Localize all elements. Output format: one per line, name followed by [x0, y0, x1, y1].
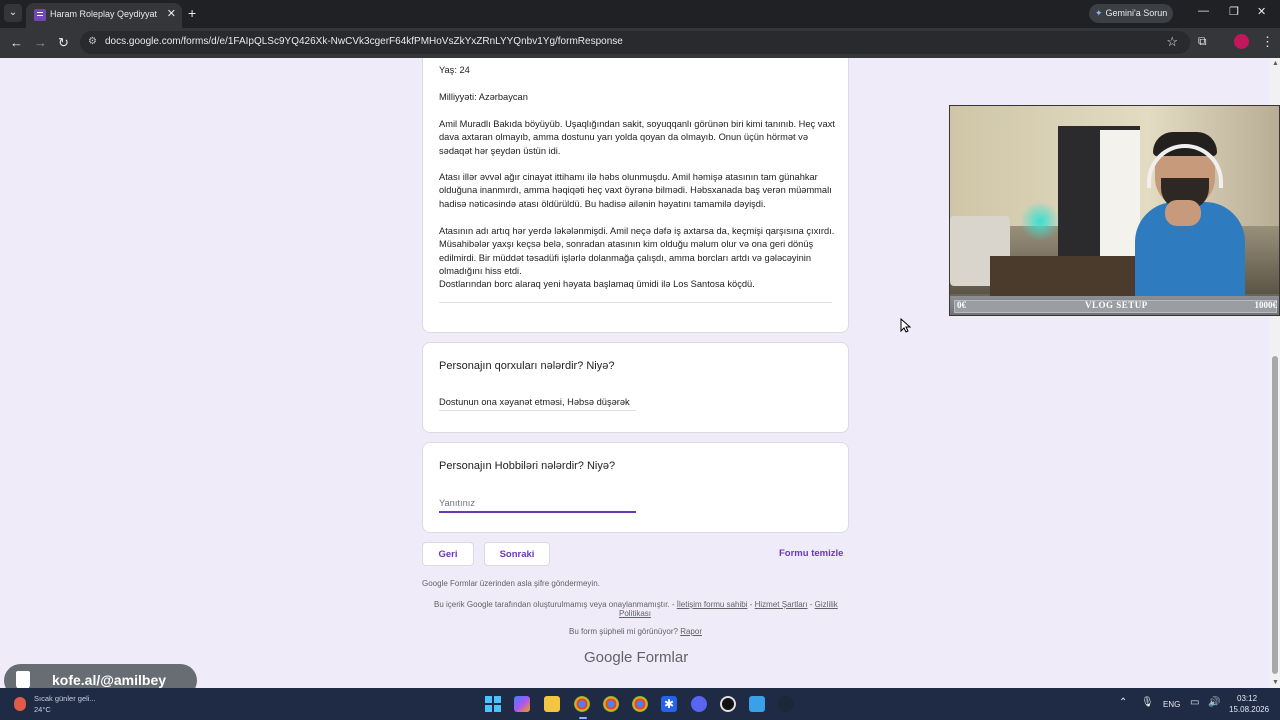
goal-title: VLOG SETUP [1085, 300, 1148, 310]
microphone-icon[interactable]: 🎙 [1141, 697, 1154, 708]
new-tab-button[interactable]: + [188, 5, 196, 21]
back-button[interactable]: Geri [422, 542, 474, 566]
google-forms-favicon-icon [34, 9, 46, 21]
obs-icon[interactable] [720, 696, 736, 712]
bookmark-star-icon[interactable]: ☆ [1166, 34, 1178, 50]
site-info-icon[interactable]: ⚙ [88, 36, 97, 47]
browser-tab[interactable]: Haram Roleplay Qeydiyyat ✕ [26, 3, 182, 28]
terms-link[interactable]: Hizmet Şartları [755, 600, 808, 609]
maximize-button[interactable]: ❐ [1229, 5, 1239, 18]
hobbies-question-card: Personajın Hobbiləri nələrdir? Niyə? [422, 442, 849, 533]
next-button[interactable]: Sonraki [484, 542, 550, 566]
tab-search-icon[interactable]: ⌄ [4, 4, 22, 22]
separator: - [809, 600, 813, 609]
donation-goal-bar: 0€ VLOG SETUP 1000€ [950, 296, 1279, 315]
google-forms-logo[interactable]: Google Formlar [584, 649, 688, 666]
suspicious-text: Bu form şüpheli mi görünüyor? [569, 627, 678, 636]
chrome-profile-3-icon[interactable] [632, 696, 648, 712]
photos-icon[interactable] [749, 696, 765, 712]
separator: - [749, 600, 753, 609]
language-indicator[interactable]: ENG [1163, 700, 1180, 709]
menu-icon[interactable]: ⋮ [1261, 34, 1274, 50]
goal-start-label: 0€ [957, 300, 966, 310]
fears-question: Personajın qorxuları nələrdir? Niyə? [439, 360, 615, 372]
address-bar[interactable]: ⚙ docs.google.com/forms/d/e/1FAIpQLSc9YQ… [80, 31, 1190, 54]
clear-form-link[interactable]: Formu temizle [779, 548, 843, 559]
fears-question-card: Personajın qorxuları nələrdir? Niyə? Dos… [422, 342, 849, 433]
url-text[interactable]: docs.google.com/forms/d/e/1FAIpQLSc9YQ42… [105, 36, 623, 47]
privacy-link-continued: Politikası [619, 609, 651, 618]
network-icon[interactable]: ▭ [1190, 697, 1199, 708]
volume-icon[interactable]: 🔊 [1208, 697, 1220, 708]
webcam-desk [990, 256, 1140, 296]
snowflake-app-icon[interactable]: ✱ [661, 696, 677, 712]
webcam-streamer [1135, 132, 1245, 296]
coffee-cup-icon [16, 671, 30, 689]
fears-answer[interactable]: Dostunun ona xəyanət etməsi, Həbsə düşər… [439, 397, 636, 407]
promo-text: kofe.al/@amilbey [52, 672, 167, 688]
age-line: Yaş: 24 [439, 65, 470, 75]
weather-temp[interactable]: 24°C [34, 705, 51, 714]
extensions-icon[interactable]: ⧉ [1198, 34, 1207, 49]
minimize-button[interactable]: — [1198, 5, 1209, 17]
disclaimer-line: Bu içerik Google tarafından oluşturulmam… [434, 600, 838, 609]
chrome-profile-2-icon[interactable] [603, 696, 619, 712]
bio-paragraph-3: Atasının adı artıq hər yerdə ləkələnmişd… [439, 226, 835, 277]
logo-forms: Formlar [636, 649, 689, 666]
clock-time[interactable]: 03:12 [1237, 694, 1257, 703]
browser-tab-bar: ⌄ Haram Roleplay Qeydiyyat ✕ + ✦ Gemini'a… [0, 0, 1280, 28]
privacy-link[interactable]: Gizlilik [815, 600, 838, 609]
webcam-overlay: 0€ VLOG SETUP 1000€ [949, 105, 1280, 316]
close-window-button[interactable]: ✕ [1257, 5, 1266, 18]
file-explorer-icon[interactable] [544, 696, 560, 712]
answer-underline [439, 410, 636, 411]
privacy-link[interactable]: Politikası [619, 609, 651, 618]
report-line: Bu form şüpheli mi görünüyor? Rapor [569, 627, 702, 636]
bio-answer-card: Yaş: 24 Milliyyəti: Azərbaycan Amil Mura… [422, 58, 849, 333]
weather-text[interactable]: Sıcak günler geli... [34, 694, 96, 703]
active-app-indicator [579, 717, 587, 719]
browser-toolbar: ← → ↻ ⚙ docs.google.com/forms/d/e/1FAIpQ… [0, 28, 1280, 58]
tab-title: Haram Roleplay Qeydiyyat [50, 9, 158, 19]
forward-icon[interactable]: → [34, 35, 47, 50]
contact-owner-link[interactable]: İletişim formu sahibi [677, 600, 748, 609]
copilot-icon[interactable] [514, 696, 530, 712]
tab-close-icon[interactable]: ✕ [167, 7, 176, 20]
gemini-button[interactable]: ✦ Gemini'a Sorun [1089, 4, 1173, 23]
goal-end-label: 1000€ [1254, 300, 1278, 310]
nationality-line: Milliyyəti: Azərbaycan [439, 92, 528, 102]
discord-icon[interactable] [691, 696, 707, 712]
scroll-thumb[interactable] [1272, 356, 1278, 674]
logo-google: Google [584, 649, 633, 666]
gemini-label: Gemini'a Sorun [1105, 8, 1168, 18]
scroll-up-arrow-icon[interactable]: ▲ [1272, 60, 1279, 67]
password-warning: Google Formlar üzerinden asla şifre gönd… [422, 579, 600, 588]
gemini-sparkle-icon: ✦ [1095, 8, 1103, 18]
webcam-cyan-light [1020, 201, 1060, 241]
profile-icon[interactable] [1234, 34, 1249, 49]
tray-overflow-chevron-icon[interactable]: ⌃ [1119, 697, 1127, 708]
streamer-hand [1165, 200, 1201, 226]
weather-icon[interactable] [14, 697, 26, 711]
disclaimer-text: Bu içerik Google tarafından oluşturulmam… [434, 600, 675, 609]
hobbies-question: Personajın Hobbiləri nələrdir? Niyə? [439, 460, 616, 472]
bio-paragraph-2: Atası illər əvvəl ağır cinayət ittihamı … [439, 172, 832, 209]
scroll-down-arrow-icon[interactable]: ▼ [1272, 679, 1279, 686]
bio-paragraph-1: Amil Muradlı Bakıda böyüyüb. Uşaqlığında… [439, 119, 835, 156]
reload-icon[interactable]: ↻ [58, 35, 69, 51]
bio-paragraph-4: Dostlarından borc alaraq yeni həyata baş… [439, 279, 755, 289]
steam-icon[interactable] [778, 696, 794, 712]
clock-date[interactable]: 15.08.2026 [1229, 705, 1269, 714]
answer-underline [439, 302, 832, 303]
windows-taskbar: Sıcak günler geli... 24°C ✱ ⌃ 🎙 ENG ▭ 🔊 … [0, 688, 1280, 720]
webcam-wardrobe-panel [1100, 130, 1140, 270]
webcam-video [950, 106, 1279, 296]
chrome-icon[interactable] [574, 696, 590, 712]
hobbies-answer-input[interactable] [439, 491, 636, 513]
windows-start-icon[interactable] [485, 696, 501, 712]
back-icon[interactable]: ← [10, 35, 23, 50]
report-link[interactable]: Rapor [680, 627, 702, 636]
